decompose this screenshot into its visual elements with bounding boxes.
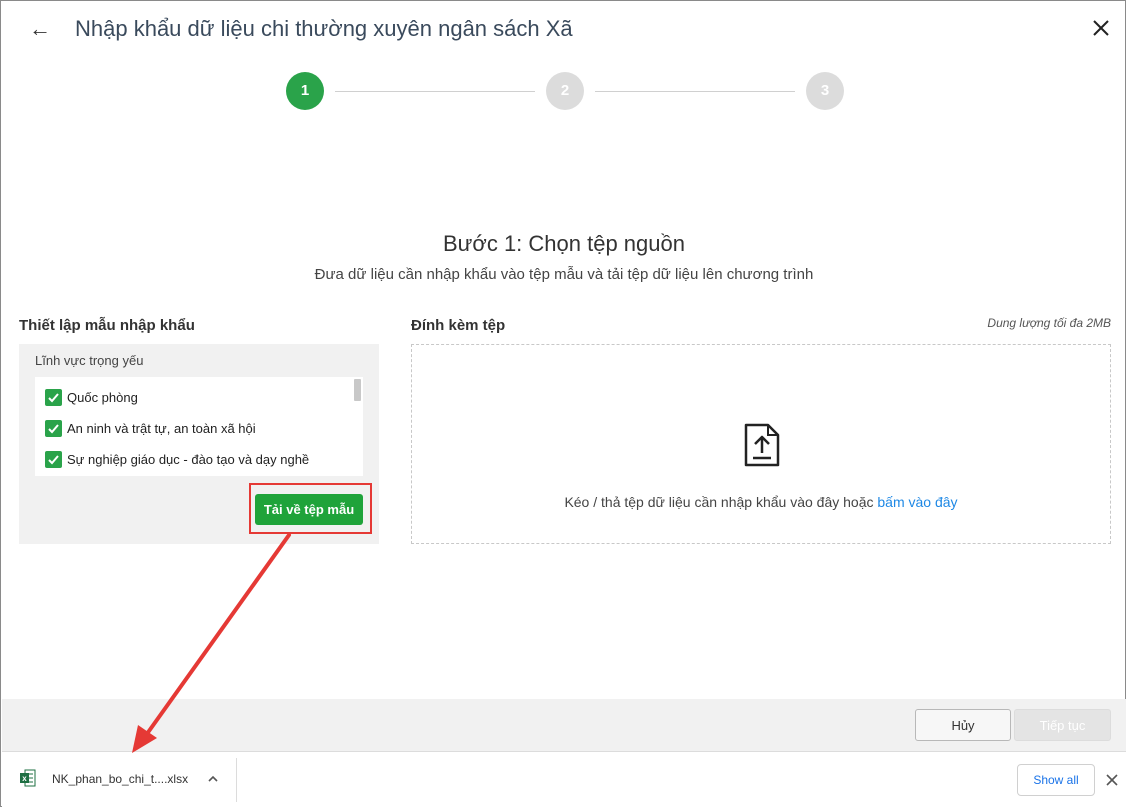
file-upload-icon [742, 423, 782, 467]
file-drop-zone[interactable]: Kéo / thả tệp dữ liệu cần nhập khẩu vào … [411, 344, 1111, 544]
annotation-highlight-box [249, 483, 372, 534]
checkbox-item-security[interactable]: An ninh và trật tự, an toàn xã hội [45, 417, 256, 439]
checkbox-item-education[interactable]: Sự nghiệp giáo dục - đào tạo và dạy nghề [45, 448, 309, 470]
downloaded-file-name: NK_phan_bo_chi_t....xlsx [52, 772, 189, 786]
drop-text: Kéo / thả tệp dữ liệu cần nhập khẩu vào … [564, 494, 874, 510]
step-1-indicator: 1 [286, 72, 324, 110]
focus-area-label: Lĩnh vực trọng yếu [35, 353, 144, 368]
import-dialog: ← Nhập khẩu dữ liệu chi thường xuyên ngâ… [0, 0, 1126, 807]
list-scrollbar[interactable] [354, 379, 361, 401]
excel-file-icon: x [20, 769, 36, 787]
step-title: Bước 1: Chọn tệp nguồn [443, 231, 685, 256]
step-2-indicator: 2 [546, 72, 584, 110]
back-arrow-icon[interactable]: ← [27, 15, 53, 43]
download-bar-divider [236, 758, 237, 802]
drop-instructions: Kéo / thả tệp dữ liệu cần nhập khẩu vào … [412, 494, 1110, 510]
stepper-connector [595, 91, 795, 92]
checkbox-item-defense[interactable]: Quốc phòng [45, 386, 138, 408]
stepper-connector [335, 91, 535, 92]
checkbox-checked-icon[interactable] [45, 419, 62, 437]
close-icon[interactable] [1087, 14, 1115, 42]
step-subtitle: Đưa dữ liệu cần nhập khẩu vào tệp mẫu và… [314, 266, 814, 283]
browse-file-link[interactable]: bấm vào đây [877, 494, 957, 510]
checkbox-checked-icon[interactable] [45, 388, 62, 406]
template-setup-heading: Thiết lập mẫu nhập khẩu [19, 317, 195, 334]
next-button[interactable]: Tiếp tục [1014, 709, 1111, 741]
downloaded-file-item[interactable]: x NK_phan_bo_chi_t....xlsx [2, 752, 236, 807]
cancel-button[interactable]: Hủy [915, 709, 1011, 741]
show-all-button[interactable]: Show all [1017, 764, 1095, 796]
focus-area-list[interactable]: Quốc phòng An ninh và trật tự, an toàn x… [35, 377, 363, 476]
checkbox-label: An ninh và trật tự, an toàn xã hội [67, 420, 256, 436]
dialog-footer: Hủy Tiếp tục [2, 699, 1126, 751]
chevron-up-icon[interactable] [204, 770, 222, 788]
checkbox-label: Sự nghiệp giáo dục - đào tạo và dạy nghề [67, 451, 310, 467]
browser-download-bar: x NK_phan_bo_chi_t....xlsx Show all [2, 751, 1126, 807]
checkbox-checked-icon[interactable] [45, 450, 62, 468]
svg-text:x: x [22, 774, 27, 783]
checkbox-label: Quốc phòng [67, 389, 138, 405]
attachment-heading: Đính kèm tệp [411, 317, 506, 334]
max-size-hint: Dung lượng tối đa 2MB [987, 316, 1111, 330]
close-download-bar-icon[interactable] [1102, 770, 1122, 790]
step-3-indicator: 3 [806, 72, 844, 110]
dialog-title: Nhập khẩu dữ liệu chi thường xuyên ngân … [75, 16, 573, 41]
